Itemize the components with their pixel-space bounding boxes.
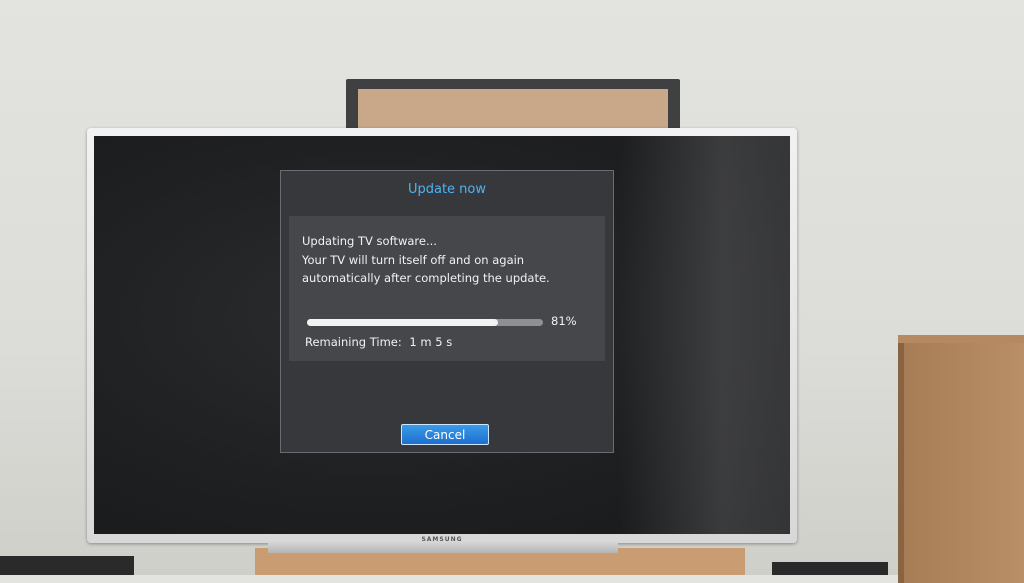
cancel-button[interactable]: Cancel: [401, 424, 489, 445]
tv-stand-base: [268, 541, 618, 553]
progress-fill: [307, 319, 499, 326]
tv-bezel: Update now Updating TV software... Your …: [87, 128, 797, 543]
remaining-time-label: Remaining Time:: [305, 335, 402, 349]
update-dialog: Update now Updating TV software... Your …: [280, 170, 614, 453]
tv-screen: Update now Updating TV software... Your …: [94, 136, 790, 534]
message-line-2: Your TV will turn itself off and on agai…: [302, 252, 525, 267]
message-line-3: automatically after completing the updat…: [302, 271, 550, 285]
cabinet-edge: [898, 343, 904, 583]
update-message: Updating TV software... Your TV will tur…: [302, 232, 550, 288]
message-line-1: Updating TV software...: [302, 234, 437, 248]
wooden-cabinet: [898, 335, 1024, 583]
progress-percent: 81%: [551, 314, 577, 328]
screen-reflection: [620, 136, 790, 534]
progress-bar: [307, 319, 543, 326]
speaker-left: [0, 556, 134, 575]
dialog-content: Updating TV software... Your TV will tur…: [289, 216, 605, 361]
remaining-time-value: 1 m 5 s: [409, 335, 453, 349]
remaining-time: Remaining Time: 1 m 5 s: [305, 335, 452, 349]
dialog-title: Update now: [407, 182, 487, 197]
speaker-right: [772, 562, 888, 575]
